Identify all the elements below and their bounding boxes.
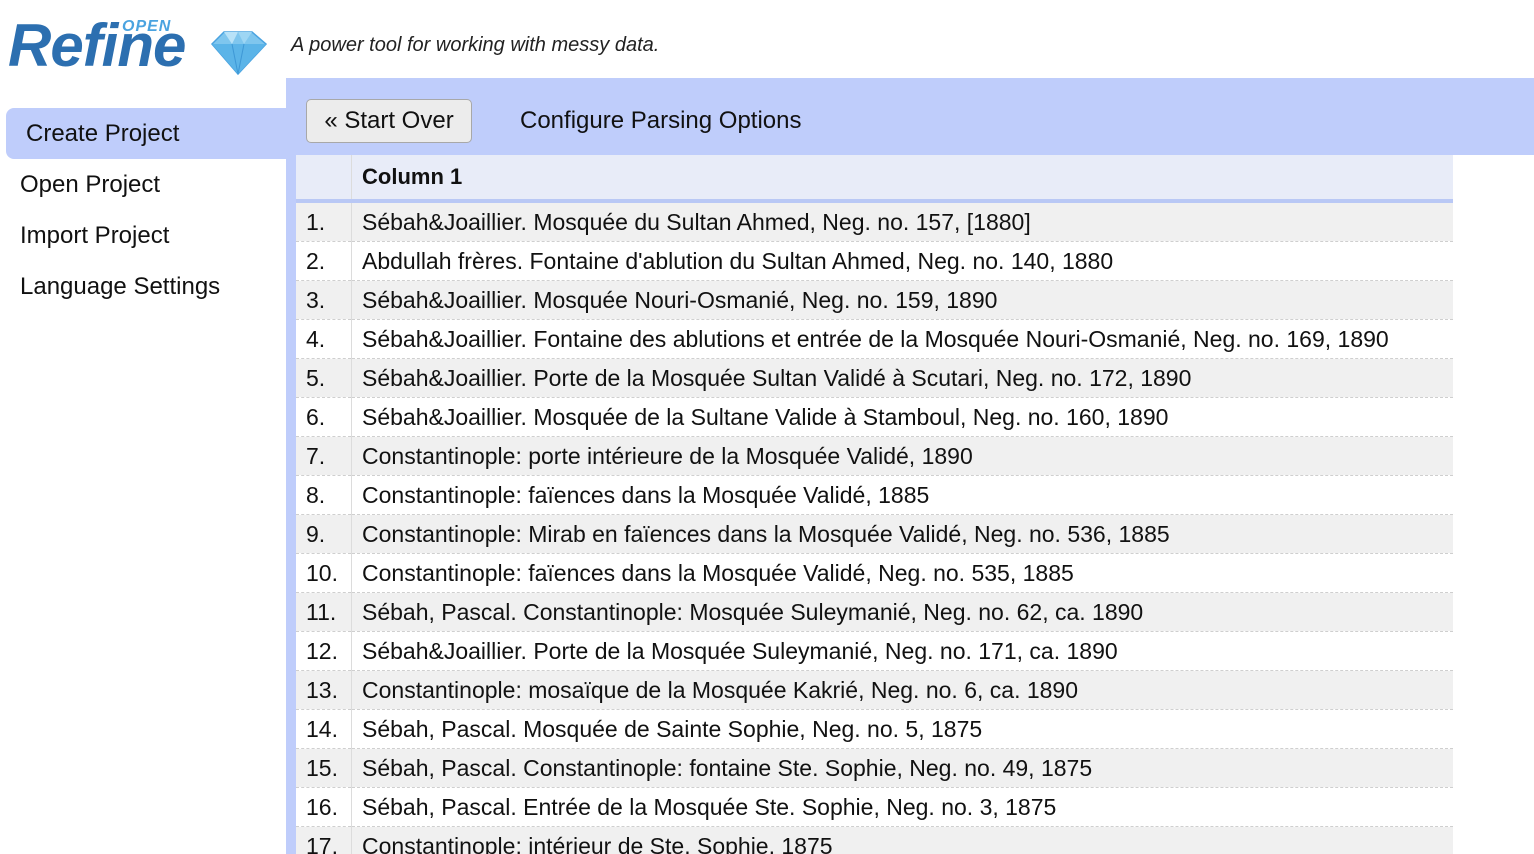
table-row: 9. Constantinople: Mirab en faïences dans… <box>296 514 1453 554</box>
table-row: 8. Constantinople: faïences dans la Mosqu… <box>296 475 1453 515</box>
row-index: 6. <box>296 397 352 437</box>
sidebar-nav: Create Project Open Project Import Proje… <box>0 108 286 312</box>
table-row: 16. Sébah, Pascal. Entrée de la Mosquée S… <box>296 787 1453 827</box>
row-index: 10. <box>296 553 352 593</box>
data-preview: Column 1 1. Sébah&Joaillier. Mosquée du S… <box>286 155 1534 854</box>
preview-table-container[interactable]: Column 1 1. Sébah&Joaillier. Mosquée du S… <box>296 155 1453 854</box>
table-row: 11. Sébah, Pascal. Constantinople: Mosqué… <box>296 592 1453 632</box>
table-header-row: Column 1 <box>296 155 1453 203</box>
row-index: 16. <box>296 787 352 827</box>
row-value: Sébah&Joaillier. Mosquée Nouri-Osmanié, … <box>351 280 1453 320</box>
diamond-icon <box>210 31 268 76</box>
row-value: Constantinople: mosaïque de la Mosquée K… <box>351 670 1453 710</box>
table-row: 14. Sébah, Pascal. Mosquée de Sainte Soph… <box>296 709 1453 749</box>
parsing-toolbar: « Start Over Configure Parsing Options <box>286 78 1534 155</box>
index-column-header <box>296 155 352 203</box>
tagline: A power tool for working with messy data… <box>291 34 660 56</box>
row-index: 4. <box>296 319 352 359</box>
row-index: 11. <box>296 592 352 632</box>
row-value: Sébah, Pascal. Constantinople: Mosquée S… <box>351 592 1453 632</box>
row-value: Constantinople: porte intérieure de la M… <box>351 436 1453 476</box>
sidebar-item-language-settings[interactable]: Language Settings <box>0 261 286 312</box>
row-index: 5. <box>296 358 352 398</box>
logo-refine-text: Refine <box>8 12 186 79</box>
sidebar-item-open-project[interactable]: Open Project <box>0 159 286 210</box>
sidebar-item-create-project[interactable]: Create Project <box>6 108 286 159</box>
row-index: 9. <box>296 514 352 554</box>
column-1-header: Column 1 <box>351 155 1453 203</box>
table-row: 10. Constantinople: faïences dans la Mosq… <box>296 553 1453 593</box>
row-value: Sébah, Pascal. Entrée de la Mosquée Ste.… <box>351 787 1453 827</box>
row-index: 7. <box>296 436 352 476</box>
preview-margin <box>1453 155 1534 854</box>
table-row: 6. Sébah&Joaillier. Mosquée de la Sultane… <box>296 397 1453 437</box>
row-index: 1. <box>296 201 352 242</box>
table-row: 1. Sébah&Joaillier. Mosquée du Sultan Ahm… <box>296 201 1453 242</box>
openrefine-logo[interactable]: OPEN Refine <box>8 14 270 78</box>
start-over-button[interactable]: « Start Over <box>306 99 472 143</box>
main-panel: « Start Over Configure Parsing Options C… <box>286 78 1534 854</box>
table-row: 5. Sébah&Joaillier. Porte de la Mosquée S… <box>296 358 1453 398</box>
table-row: 7. Constantinople: porte intérieure de la… <box>296 436 1453 476</box>
row-index: 15. <box>296 748 352 788</box>
row-value: Sébah&Joaillier. Mosquée du Sultan Ahmed… <box>351 201 1453 242</box>
table-row: 4. Sébah&Joaillier. Fontaine des ablution… <box>296 319 1453 359</box>
row-index: 3. <box>296 280 352 320</box>
row-value: Constantinople: faïences dans la Mosquée… <box>351 475 1453 515</box>
row-index: 13. <box>296 670 352 710</box>
row-value: Constantinople: Mirab en faïences dans l… <box>351 514 1453 554</box>
row-index: 14. <box>296 709 352 749</box>
table-row: 12. Sébah&Joaillier. Porte de la Mosquée … <box>296 631 1453 671</box>
row-index: 8. <box>296 475 352 515</box>
sidebar-item-import-project[interactable]: Import Project <box>0 210 286 261</box>
table-row: 2. Abdullah frères. Fontaine d'ablution d… <box>296 241 1453 281</box>
page-title: Configure Parsing Options <box>520 107 802 134</box>
preview-table: Column 1 1. Sébah&Joaillier. Mosquée du S… <box>296 155 1453 854</box>
row-value: Constantinople: intérieur de Ste. Sophie… <box>351 826 1453 854</box>
header: OPEN Refine A power tool for working wit… <box>0 0 1534 78</box>
row-index: 2. <box>296 241 352 281</box>
table-row: 17. Constantinople: intérieur de Ste. Sop… <box>296 826 1453 854</box>
row-index: 17. <box>296 826 352 854</box>
row-value: Constantinople: faïences dans la Mosquée… <box>351 553 1453 593</box>
row-value: Sébah, Pascal. Mosquée de Sainte Sophie,… <box>351 709 1453 749</box>
row-value: Sébah&Joaillier. Porte de la Mosquée Sul… <box>351 358 1453 398</box>
row-value: Sébah&Joaillier. Fontaine des ablutions … <box>351 319 1453 359</box>
table-row: 13. Constantinople: mosaïque de la Mosqué… <box>296 670 1453 710</box>
table-row: 3. Sébah&Joaillier. Mosquée Nouri-Osmanié… <box>296 280 1453 320</box>
table-row: 15. Sébah, Pascal. Constantinople: fontai… <box>296 748 1453 788</box>
row-index: 12. <box>296 631 352 671</box>
row-value: Sébah, Pascal. Constantinople: fontaine … <box>351 748 1453 788</box>
row-value: Sébah&Joaillier. Mosquée de la Sultane V… <box>351 397 1453 437</box>
row-value: Sébah&Joaillier. Porte de la Mosquée Sul… <box>351 631 1453 671</box>
row-value: Abdullah frères. Fontaine d'ablution du … <box>351 241 1453 281</box>
